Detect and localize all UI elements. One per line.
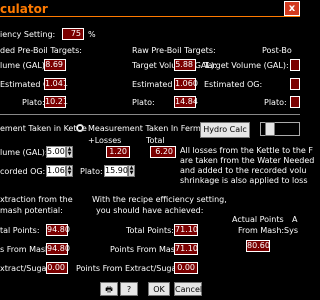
total-label: Total bbox=[146, 136, 165, 145]
actual-points-value: 80.60 bbox=[246, 240, 270, 252]
pre-boil-og-value: 1.041 bbox=[44, 78, 68, 90]
raw-plato-value: 14.84 bbox=[174, 96, 198, 108]
measurement-plato-label: Plato: bbox=[80, 167, 103, 176]
actual-side-2: Sys bbox=[284, 226, 298, 235]
raw-pre-boil-title: Raw Pre-Boil Targets: bbox=[132, 46, 216, 55]
divider bbox=[0, 114, 300, 115]
extraction-title-2: mash potential: bbox=[0, 206, 63, 215]
hydro-note-4: shrinkage is also applied to loss bbox=[180, 176, 308, 185]
recipe-total-label: Total Points: bbox=[126, 226, 174, 235]
efficiency-input[interactable]: 75 bbox=[62, 28, 84, 40]
hydro-note-1: All losses from the Kettle to the F bbox=[180, 146, 313, 155]
extraction-total-label: tal Points: bbox=[0, 226, 40, 235]
raw-volume-value: 5.88 bbox=[174, 59, 196, 71]
kettle-label: ement Taken in Kettle bbox=[0, 124, 87, 133]
recipe-title-1: With the recipe efficiency setting, bbox=[92, 195, 227, 204]
pre-boil-volume-value: 8.69 bbox=[44, 59, 66, 71]
measurement-volume-input[interactable]: 5.00 bbox=[46, 146, 66, 158]
measurement-og-input[interactable]: 1.065 bbox=[46, 165, 70, 177]
help-icon: ? bbox=[126, 285, 132, 294]
efficiency-label: iency Setting: bbox=[0, 30, 56, 39]
print-button[interactable]: 🖶 bbox=[100, 282, 118, 296]
extraction-mash-value: 94.80 bbox=[46, 243, 70, 255]
extraction-title-1: xtraction from the bbox=[0, 195, 73, 204]
help-button[interactable]: ? bbox=[120, 282, 138, 296]
post-boil-title: Post-Bo bbox=[262, 46, 292, 55]
hydro-calc-button[interactable]: Hydro Calc bbox=[200, 122, 250, 138]
slider-knob[interactable] bbox=[265, 122, 275, 136]
hydro-note-2: are taken from the Water Needed bbox=[180, 156, 315, 165]
raw-plato-label: Plato: bbox=[132, 98, 155, 107]
printer-icon: 🖶 bbox=[105, 285, 113, 294]
og-stepper[interactable]: ▲ ▼ bbox=[66, 165, 73, 177]
plus-losses-label: +Losses bbox=[88, 136, 122, 145]
recipe-extract-value: 0.00 bbox=[174, 262, 198, 274]
recipe-mash-label: Points From Mash: bbox=[110, 245, 183, 254]
extraction-mash-label: s From Mash: bbox=[0, 245, 53, 254]
pre-boil-plato-value: 10.21 bbox=[44, 96, 68, 108]
extraction-total-value: 94.80 bbox=[46, 224, 70, 236]
recipe-total-value: 71.10 bbox=[174, 224, 198, 236]
pre-boil-plato-label: Plato: bbox=[22, 98, 45, 107]
measurement-og-label: corded OG: bbox=[0, 167, 46, 176]
volume-stepper[interactable]: ▲ ▼ bbox=[66, 146, 73, 158]
plato-stepper[interactable]: ▲ ▼ bbox=[128, 165, 135, 177]
raw-og-value: 1.060 bbox=[174, 78, 198, 90]
actual-side-1: A bbox=[292, 215, 298, 224]
measurement-volume-label: lume (GAL): bbox=[0, 148, 48, 157]
recipe-extract-label: Points From Extract/Sugar: bbox=[76, 264, 183, 273]
hydro-note-3: and added to the recorded volu bbox=[180, 166, 307, 175]
actual-title-2: From Mash: bbox=[238, 226, 285, 235]
post-boil-volume-value bbox=[290, 59, 300, 71]
post-boil-og-label: Estimated OG: bbox=[204, 80, 263, 89]
post-boil-plato-label: Plato: bbox=[264, 98, 287, 107]
measurement-plato-input[interactable]: 15.90 bbox=[104, 165, 128, 177]
close-button[interactable]: x bbox=[284, 1, 300, 16]
post-boil-plato-value bbox=[290, 96, 300, 108]
window-title: culator bbox=[0, 2, 48, 16]
cancel-button[interactable]: Cancel bbox=[174, 282, 202, 296]
post-boil-og-value bbox=[290, 78, 300, 90]
pre-boil-title: ded Pre-Boil Targets: bbox=[0, 46, 82, 55]
title-bar: culator x bbox=[0, 0, 300, 17]
losses-value: 1.20 bbox=[106, 146, 130, 158]
total-volume-value: 6.20 bbox=[150, 146, 176, 158]
extraction-extract-value: 0.00 bbox=[46, 262, 68, 274]
ok-button[interactable]: OK bbox=[148, 282, 170, 296]
recipe-mash-value: 71.10 bbox=[174, 243, 198, 255]
actual-title-1: Actual Points bbox=[232, 215, 284, 224]
hydrometer-slider[interactable] bbox=[260, 122, 300, 136]
post-boil-volume-label: Target Volume (GAL): bbox=[204, 61, 289, 70]
pre-boil-volume-label: lume (GAL): bbox=[0, 61, 48, 70]
recipe-title-2: you should have achieved: bbox=[96, 206, 204, 215]
extraction-extract-label: xtract/Sugar: bbox=[0, 264, 53, 273]
fermenter-radio[interactable] bbox=[76, 124, 84, 132]
efficiency-unit: % bbox=[88, 30, 96, 39]
